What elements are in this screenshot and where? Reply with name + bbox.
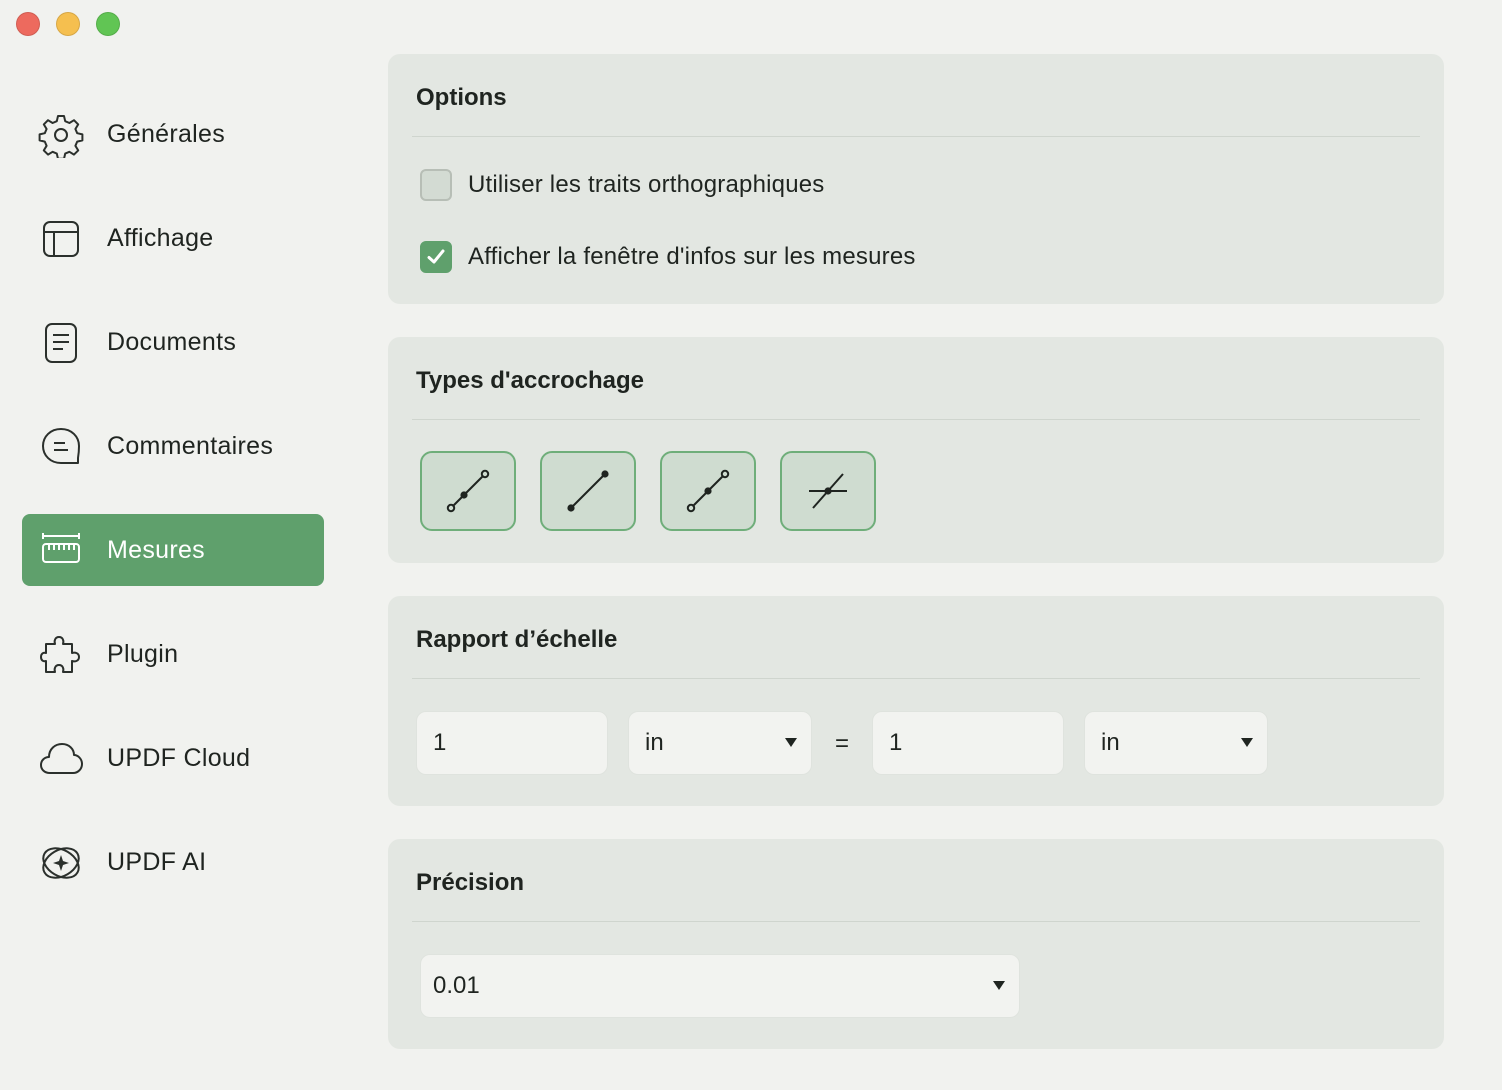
ruler-icon [38,528,84,574]
option-label: Afficher la fenêtre d'infos sur les mesu… [468,243,916,270]
scale-left-value-input[interactable]: 1 [416,711,608,775]
divider [412,678,1420,679]
precision-panel: Précision 0.01 [388,839,1444,1049]
options-title: Options [416,84,507,111]
zoom-window-button[interactable] [96,12,120,36]
equals-sign: = [835,730,850,757]
snap-to-intersections-icon [809,473,847,509]
sidebar-item-generales[interactable]: Générales [22,98,324,170]
sidebar-item-label: Commentaires [107,431,274,460]
precision-title: Précision [416,869,525,896]
snap-types-title: Types d'accrochage [416,367,645,394]
sidebar-item-commentaires[interactable]: Commentaires [22,410,324,482]
snap-to-paths-icon [446,469,490,513]
field-value: in [645,729,664,756]
field-value: in [1101,729,1120,756]
scale-right-unit-select[interactable]: in [1084,711,1268,775]
snap-types-panel: Types d'accrochage [388,337,1444,563]
snap-to-midpoints-icon [686,469,730,513]
divider [412,921,1420,922]
divider [412,419,1420,420]
scale-ratio-title: Rapport d’échelle [416,626,618,653]
sidebar-item-label: UPDF Cloud [107,743,251,772]
minimize-window-button[interactable] [56,12,80,36]
snap-to-endpoints-icon [567,470,609,512]
snap-to-midpoints-button[interactable] [660,451,756,531]
scale-left-unit-select[interactable]: in [628,711,812,775]
ai-sparkle-icon [38,840,84,886]
measure-info-window-checkbox[interactable] [420,241,452,273]
close-window-button[interactable] [16,12,40,36]
comment-icon [38,424,84,470]
option-orthogonal-lines[interactable]: Utiliser les traits orthographiques [420,169,825,201]
options-panel: Options Utiliser les traits orthographiq… [388,54,1444,304]
window-controls [16,12,120,36]
checkmark-icon [427,249,445,264]
sidebar-item-documents[interactable]: Documents [22,306,324,378]
scale-ratio-panel: Rapport d’échelle 1 in = 1 in [388,596,1444,806]
document-icon [38,320,84,366]
preferences-window: Générales Affichage Documents Commentair… [0,0,1502,1090]
sidebar-item-affichage[interactable]: Affichage [22,202,324,274]
chevron-down-icon [783,735,799,751]
field-value: 0.01 [433,972,480,999]
sidebar-item-label: Générales [107,119,226,148]
chevron-down-icon [1239,735,1255,751]
sidebar-item-mesures[interactable]: Mesures [22,514,324,586]
field-value: 1 [889,729,903,756]
cloud-icon [38,736,84,782]
layout-icon [38,216,84,262]
sidebar-item-label: Mesures [107,535,205,564]
option-label: Utiliser les traits orthographiques [468,171,825,198]
chevron-down-icon [991,978,1007,994]
sidebar-item-updf-ai[interactable]: UPDF AI [22,826,324,898]
gear-icon [38,112,84,158]
orthogonal-lines-checkbox[interactable] [420,169,452,201]
option-measure-info-window[interactable]: Afficher la fenêtre d'infos sur les mesu… [420,241,916,273]
scale-right-value-input[interactable]: 1 [872,711,1064,775]
sidebar-item-label: Plugin [107,639,179,668]
puzzle-icon [38,632,84,678]
sidebar-item-label: UPDF AI [107,847,207,876]
snap-to-intersections-button[interactable] [780,451,876,531]
sidebar-item-label: Affichage [107,223,214,252]
sidebar-item-updf-cloud[interactable]: UPDF Cloud [22,722,324,794]
field-value: 1 [433,729,447,756]
snap-to-endpoints-button[interactable] [540,451,636,531]
divider [412,136,1420,137]
sidebar-item-label: Documents [107,327,237,356]
precision-select[interactable]: 0.01 [420,954,1020,1018]
sidebar-item-plugin[interactable]: Plugin [22,618,324,690]
snap-to-paths-button[interactable] [420,451,516,531]
